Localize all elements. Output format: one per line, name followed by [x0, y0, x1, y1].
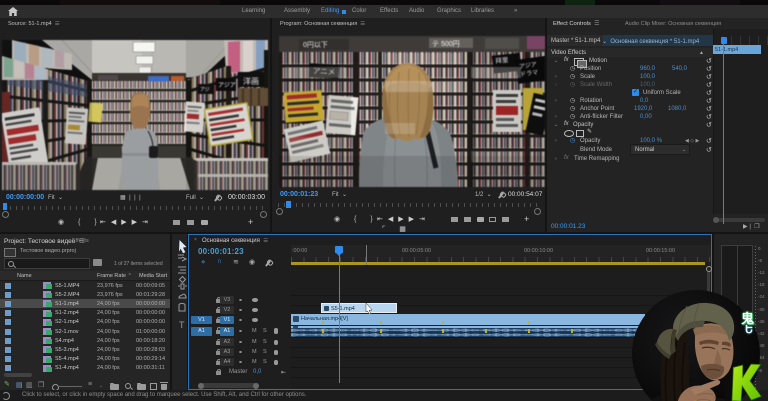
svg-text:T: T: [179, 320, 185, 330]
svg-text:テ 500円: テ 500円: [432, 40, 460, 48]
svg-text:0円以下: 0円以下: [303, 41, 328, 49]
